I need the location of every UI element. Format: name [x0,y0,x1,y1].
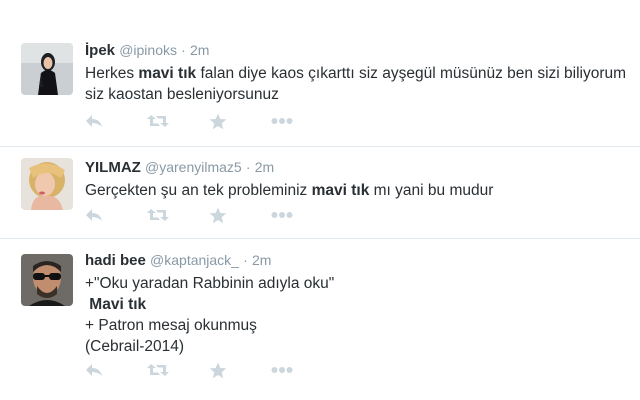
favorite-icon [209,207,227,223]
more-icon [271,118,293,124]
more-button[interactable] [271,111,333,131]
text-highlight: Mavi tık [85,296,147,313]
tweet: İpek @ipinoks · 2m Herkes mavi tık falan… [0,0,640,146]
reply-icon [86,209,102,221]
tweet-actions [85,205,333,225]
tweet-content: İpek @ipinoks · 2m Herkes mavi tık falan… [85,41,632,105]
tweet-header: hadi bee @kaptanjack_ · 2m [85,251,632,270]
favorite-button[interactable] [209,205,271,225]
timestamp[interactable]: 2m [255,159,274,175]
separator: · [243,252,248,268]
text-segment: Gerçekten şu an tek probleminiz [85,182,312,199]
user-handle[interactable]: @kaptanjack_ [150,252,239,268]
more-icon [271,367,293,373]
user-handle[interactable]: @yarenyilmaz5 [145,159,242,175]
tweet-actions [85,360,333,380]
text-line: + Patron mesaj okunmuş [85,317,257,334]
separator: · [245,159,251,175]
tweet-content: hadi bee @kaptanjack_ · 2m +"Oku yaradan… [85,251,632,357]
reply-icon [86,364,102,376]
user-handle[interactable]: @ipinoks [119,42,177,58]
text-segment: Herkes [85,65,139,82]
more-button[interactable] [271,360,333,380]
avatar[interactable] [21,43,73,95]
reply-button[interactable] [85,205,147,225]
timestamp[interactable]: 2m [190,42,209,58]
retweet-icon [147,115,169,127]
favorite-button[interactable] [209,360,271,380]
text-highlight: mavi tık [138,65,197,82]
text-line: +"Oku yaradan Rabbinin adıyla oku" [85,275,335,292]
user-name[interactable]: hadi bee [85,252,146,269]
tweet-content: YILMAZ @yarenyilmaz5 · 2m Gerçekten şu a… [85,158,632,201]
reply-icon [86,115,102,127]
text-line: (Cebrail-2014) [85,338,185,355]
avatar[interactable] [21,158,73,210]
tweet-text: +"Oku yaradan Rabbinin adıyla oku" Mavi … [85,273,632,357]
retweet-button[interactable] [147,360,209,380]
timestamp[interactable]: 2m [252,252,271,268]
tweet-header: YILMAZ @yarenyilmaz5 · 2m [85,158,632,177]
tweet-text: Gerçekten şu an tek probleminiz mavi tık… [85,180,632,201]
favorite-button[interactable] [209,111,271,131]
retweet-icon [147,209,169,221]
user-name[interactable]: YILMAZ [85,159,141,176]
retweet-button[interactable] [147,111,209,131]
tweet-text: Herkes mavi tık falan diye kaos çıkarttı… [85,63,632,105]
more-button[interactable] [271,205,333,225]
tweet-header: İpek @ipinoks · 2m [85,41,632,60]
tweet-feed: İpek @ipinoks · 2m Herkes mavi tık falan… [0,0,640,400]
tweet: YILMAZ @yarenyilmaz5 · 2m Gerçekten şu a… [0,146,640,238]
text-highlight: mavi tık [311,182,370,199]
retweet-icon [147,364,169,376]
favorite-icon [209,362,227,378]
text-segment: mı yani bu mudur [369,182,494,199]
retweet-button[interactable] [147,205,209,225]
favorite-icon [209,113,227,129]
reply-button[interactable] [85,111,147,131]
tweet: hadi bee @kaptanjack_ · 2m +"Oku yaradan… [0,238,640,400]
avatar[interactable] [21,254,73,306]
reply-button[interactable] [85,360,147,380]
separator: · [181,42,186,58]
user-name[interactable]: İpek [85,42,115,59]
tweet-actions [85,111,333,131]
more-icon [271,212,293,218]
